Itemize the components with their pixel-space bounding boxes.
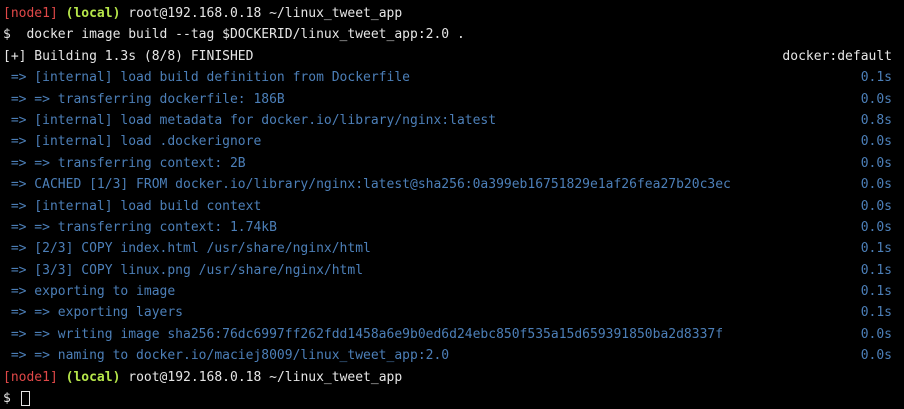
build-step-time: 0.1s [860,284,892,300]
node-label: [node1] [3,6,58,21]
local-label: (local) [65,6,121,21]
build-status-line: [+] Building 1.3s (8/8) FINISHED docker:d… [3,46,904,67]
build-step-text: => [internal] load metadata for docker.i… [3,112,497,128]
build-step-line: => => transferring context: 2B 0.0s [3,153,904,174]
command-line: $ docker image build --tag $DOCKERID/lin… [3,27,465,43]
build-step-time: 0.8s [860,112,892,128]
prompt-line: [node1] (local) root@192.168.0.18 ~/linu… [3,3,904,24]
build-step-line: => => transferring context: 1.74kB 0.0s [3,217,904,238]
build-step-text: => exporting to image [3,284,176,300]
build-step-line: => CACHED [1/3] FROM docker.io/library/n… [3,174,904,195]
build-step-line: => => transferring dockerfile: 186B 0.0s [3,89,904,110]
build-step-time: 0.0s [860,198,892,214]
build-step-line: => [3/3] COPY linux.png /usr/share/nginx… [3,260,904,281]
build-step-line: => => naming to docker.io/maciej8009/lin… [3,345,904,366]
cwd-label: ~/linux_tweet_app [269,6,403,21]
input-line[interactable]: $ [3,388,904,409]
build-step-text: => CACHED [1/3] FROM docker.io/library/n… [3,177,731,193]
build-step-line: => [internal] load metadata for docker.i… [3,110,904,131]
local-label: (local) [65,369,121,385]
build-step-text: => [internal] load build context [3,198,262,214]
build-step-time: 0.0s [860,177,892,193]
build-step-text: => [3/3] COPY linux.png /usr/share/nginx… [3,262,364,278]
prompt-line: [node1] (local) root@192.168.0.18 ~/linu… [3,367,904,388]
build-step-text: => => transferring context: 2B [3,155,246,171]
build-step-line: => [2/3] COPY index.html /usr/share/ngin… [3,238,904,259]
build-step-time: 0.1s [860,262,892,278]
build-step-text: => => naming to docker.io/maciej8009/lin… [3,348,450,364]
build-step-text: => [internal] load build definition from… [3,70,410,86]
build-steps: => [internal] load build definition from… [3,67,904,366]
node-label: [node1] [3,369,58,385]
build-step-text: => [internal] load .dockerignore [3,134,262,150]
build-step-text: => => transferring context: 1.74kB [3,219,277,235]
build-step-text: => => transferring dockerfile: 186B [3,91,285,107]
host-label: root@192.168.0.18 [128,369,262,385]
build-status-text: [+] Building 1.3s (8/8) FINISHED [3,48,254,64]
build-step-time: 0.0s [860,348,892,364]
build-step-text: => [2/3] COPY index.html /usr/share/ngin… [3,241,371,257]
build-target: docker:default [782,48,892,64]
build-step-line: => [internal] load build context 0.0s [3,196,904,217]
build-step-line: => exporting to image 0.1s [3,281,904,302]
build-step-time: 0.0s [860,326,892,342]
host-label: root@192.168.0.18 [128,6,262,21]
terminal-window[interactable]: [node1] (local) root@192.168.0.18 ~/linu… [0,0,904,407]
input-prompt: $ [3,391,19,407]
build-step-time: 0.1s [860,241,892,257]
build-step-time: 0.0s [860,155,892,171]
cursor-icon [20,391,30,407]
build-step-line: => => writing image sha256:76dc6997ff262… [3,324,904,345]
build-step-time: 0.1s [860,305,892,321]
build-step-time: 0.0s [860,219,892,235]
build-step-time: 0.1s [860,70,892,86]
build-step-text: => => exporting layers [3,305,184,321]
build-step-time: 0.0s [860,91,892,107]
build-step-line: => [internal] load .dockerignore 0.0s [3,131,904,152]
build-step-text: => => writing image sha256:76dc6997ff262… [3,326,724,342]
build-step-line: => [internal] load build definition from… [3,67,904,88]
build-step-line: => => exporting layers 0.1s [3,302,904,323]
build-step-time: 0.0s [860,134,892,150]
cwd-label: ~/linux_tweet_app [269,369,403,385]
